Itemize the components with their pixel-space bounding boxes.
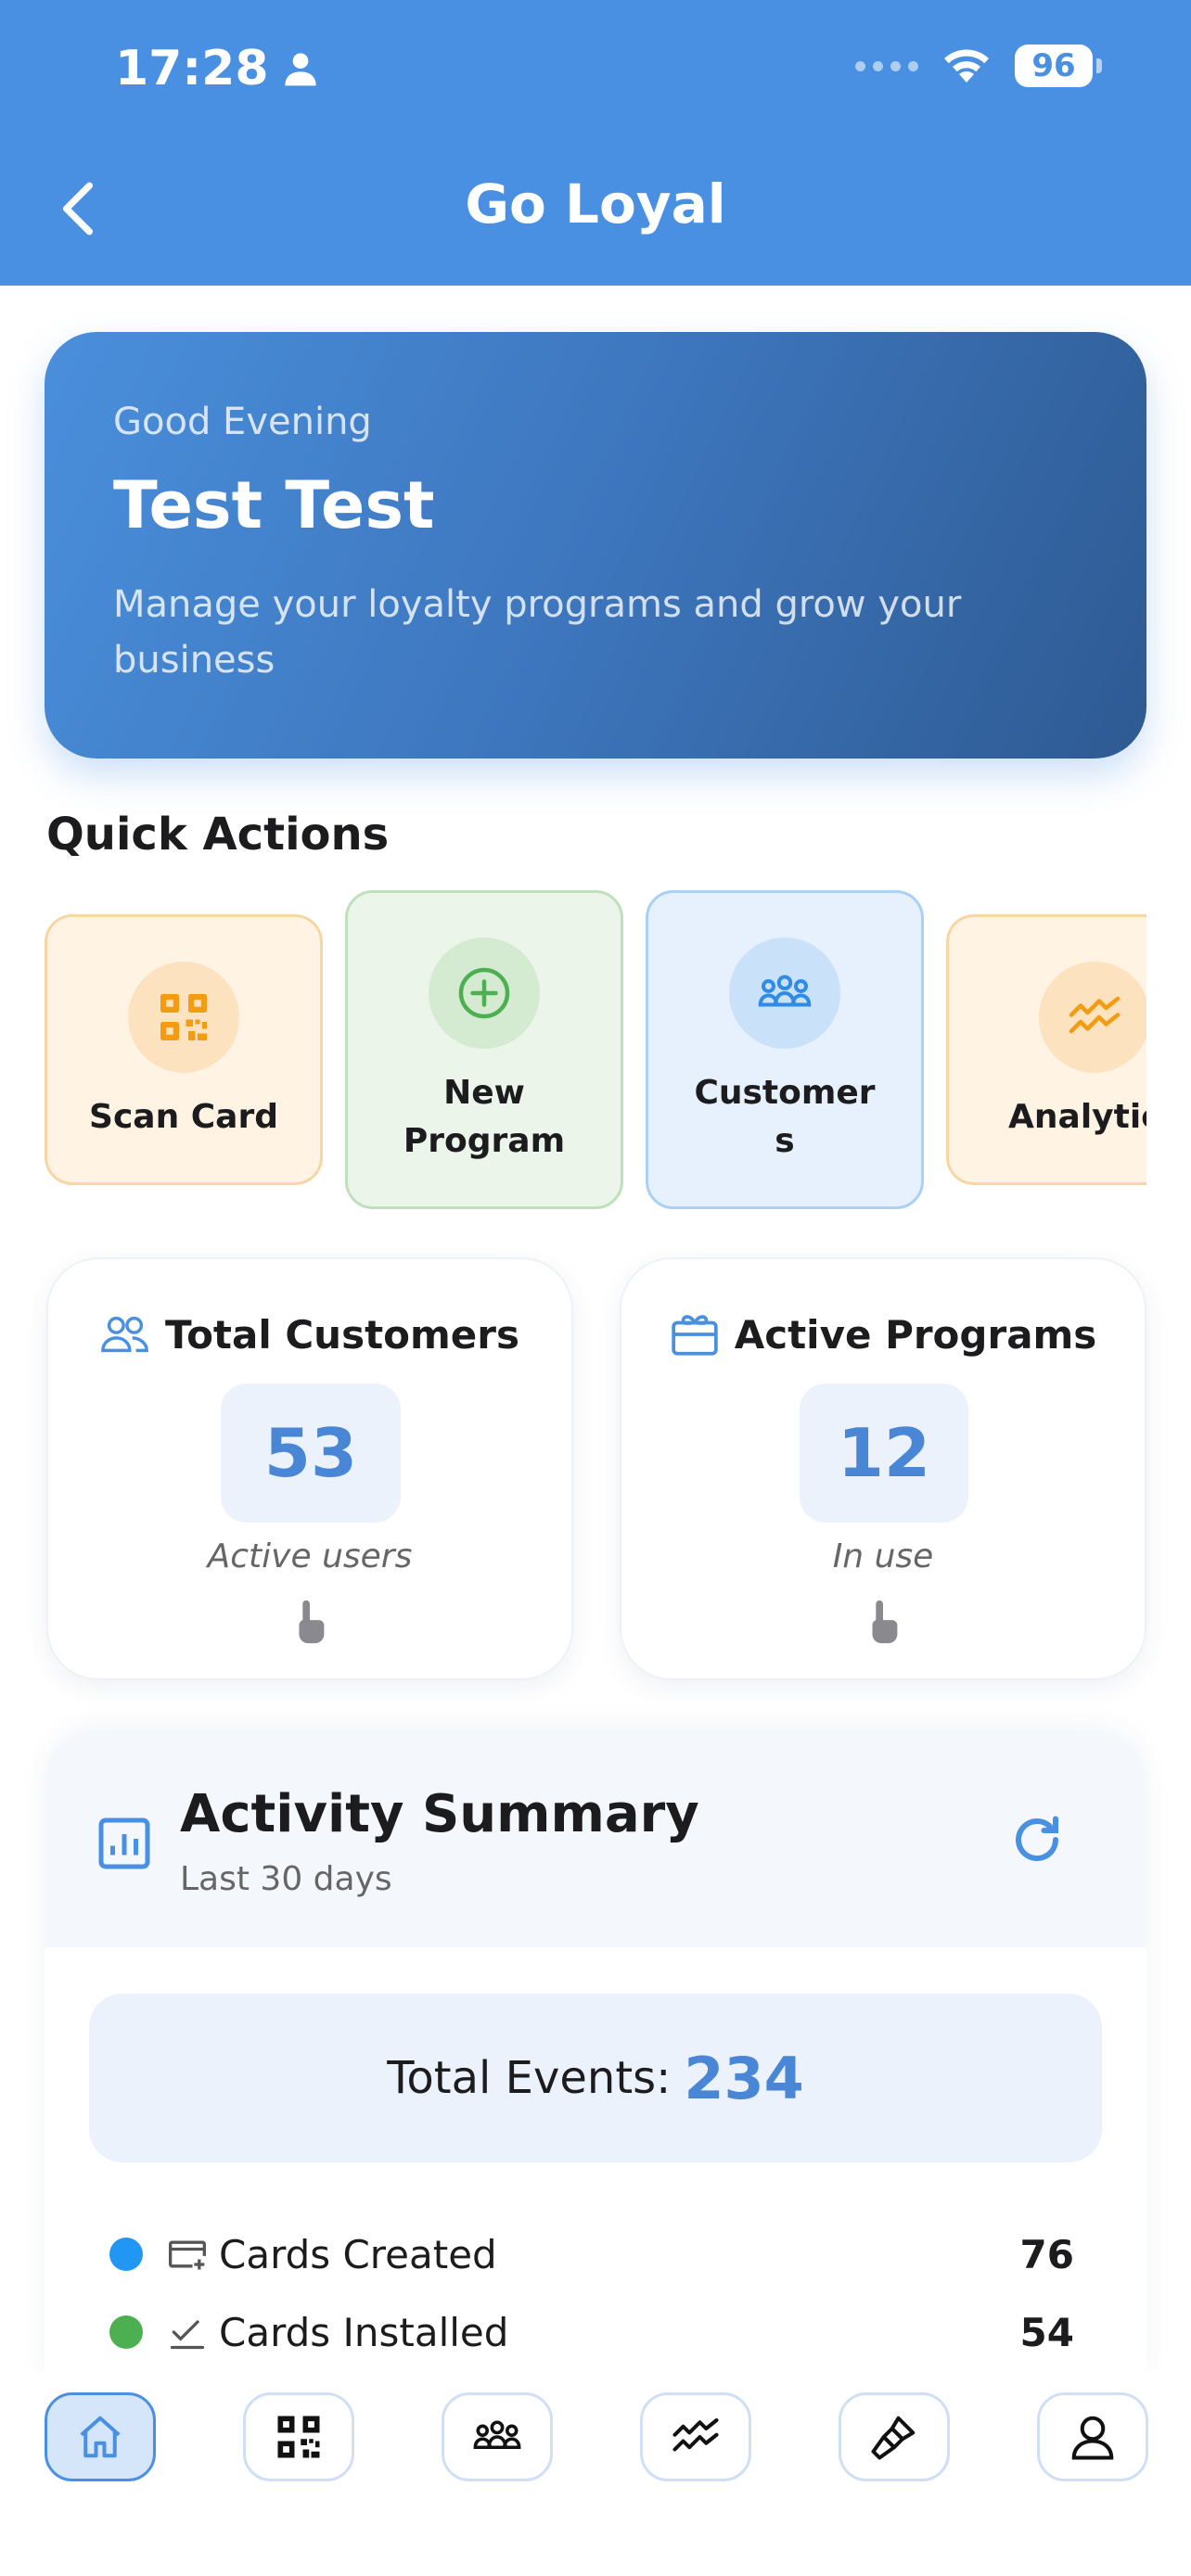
- battery-icon: 96: [1015, 45, 1102, 87]
- total-events-box: Total Events: 234: [89, 1994, 1102, 2162]
- quick-action-label: New Program: [403, 1074, 566, 1160]
- tab-home[interactable]: [45, 2392, 156, 2481]
- quick-action-customers[interactable]: Customers: [646, 890, 924, 1209]
- brush-icon: [871, 2416, 916, 2460]
- gift-card-icon: [671, 1315, 718, 1356]
- group-icon: [729, 937, 840, 1049]
- group-icon: [473, 2420, 521, 2450]
- activity-title: Activity Summary: [180, 1784, 699, 1844]
- status-time-text: 17:28: [115, 41, 269, 96]
- activity-row-label: Cards Created: [219, 2231, 497, 2277]
- user-name: Test Test: [113, 467, 435, 543]
- quick-action-scan-card[interactable]: Scan Card: [45, 914, 323, 1185]
- tab-analytics[interactable]: [640, 2392, 751, 2481]
- status-dot: [109, 2238, 143, 2271]
- activity-row-cards-created: Cards Created 76: [109, 2222, 1074, 2287]
- stat-header: Total Customers: [48, 1309, 571, 1359]
- trend-icon: [672, 2417, 719, 2452]
- tap-hint-icon: [48, 1599, 571, 1645]
- trend-icon: [1039, 962, 1146, 1073]
- activity-subtitle: Last 30 days: [180, 1860, 392, 1898]
- people-icon: [101, 1316, 148, 1353]
- quick-actions-title: Quick Actions: [46, 809, 390, 861]
- activity-row-cards-installed: Cards Installed 54: [109, 2300, 1074, 2365]
- status-dot: [109, 2315, 143, 2349]
- activity-summary-card: Activity Summary Last 30 days Total Even…: [45, 1730, 1146, 2379]
- refresh-icon[interactable]: [1009, 1812, 1065, 1868]
- total-events-label: Total Events:: [387, 2052, 672, 2104]
- welcome-card: Good Evening Test Test Manage your loyal…: [45, 332, 1146, 759]
- activity-header: Activity Summary Last 30 days: [45, 1730, 1146, 1947]
- active-programs-card[interactable]: Active Programs 12 In use: [620, 1257, 1146, 1680]
- bottom-tab-bar: [0, 2370, 1191, 2576]
- tab-scan[interactable]: [243, 2392, 354, 2481]
- profile-icon: [1071, 2416, 1114, 2460]
- person-icon: [284, 53, 316, 86]
- activity-row-count: 54: [1019, 2309, 1074, 2355]
- quick-action-label: Scan Card: [89, 1098, 278, 1136]
- tab-design[interactable]: [839, 2392, 950, 2481]
- quick-action-label: Customers: [694, 1074, 876, 1160]
- stat-caption: Active users: [207, 1537, 413, 1575]
- status-indicators: 96: [855, 43, 1102, 89]
- card-add-icon: [169, 2240, 206, 2270]
- battery-level: 96: [1015, 45, 1093, 87]
- quick-action-label: Analytics: [1008, 1098, 1146, 1136]
- greeting-text: Good Evening: [113, 401, 372, 443]
- qr-code-icon: [128, 962, 239, 1073]
- home-icon: [80, 2416, 121, 2458]
- welcome-subtitle: Manage your loyalty programs and grow yo…: [113, 583, 962, 682]
- quick-action-analytics[interactable]: Analytics: [946, 914, 1146, 1185]
- quick-action-new-program[interactable]: New Program: [345, 890, 623, 1209]
- quick-actions-list[interactable]: Scan Card New Program Customers Analytic…: [45, 888, 1146, 1215]
- install-check-icon: [170, 2320, 205, 2350]
- bar-chart-icon: [98, 1817, 150, 1869]
- stat-value: 53: [221, 1384, 401, 1523]
- stat-label: Active Programs: [734, 1311, 1097, 1358]
- stat-value: 12: [800, 1384, 968, 1523]
- plus-circle-icon: [429, 937, 540, 1049]
- top-bar: 17:28 96 Go Loyal: [0, 0, 1191, 286]
- tap-hint-icon: [621, 1599, 1145, 1645]
- activity-row-label: Cards Installed: [219, 2309, 509, 2355]
- page-title: Go Loyal: [465, 172, 726, 236]
- total-events-value: 234: [684, 2044, 804, 2112]
- stat-caption: In use: [832, 1537, 934, 1575]
- total-customers-card[interactable]: Total Customers 53 Active users: [46, 1257, 573, 1680]
- wifi-icon: [939, 43, 994, 89]
- tab-customers[interactable]: [442, 2392, 553, 2481]
- activity-row-count: 76: [1019, 2231, 1074, 2277]
- stat-label: Total Customers: [165, 1311, 519, 1358]
- cellular-signal-icon: [855, 60, 918, 71]
- stat-header: Active Programs: [621, 1309, 1145, 1359]
- status-time: 17:28: [115, 41, 319, 96]
- tab-profile[interactable]: [1037, 2392, 1148, 2481]
- qr-code-icon: [277, 2416, 320, 2458]
